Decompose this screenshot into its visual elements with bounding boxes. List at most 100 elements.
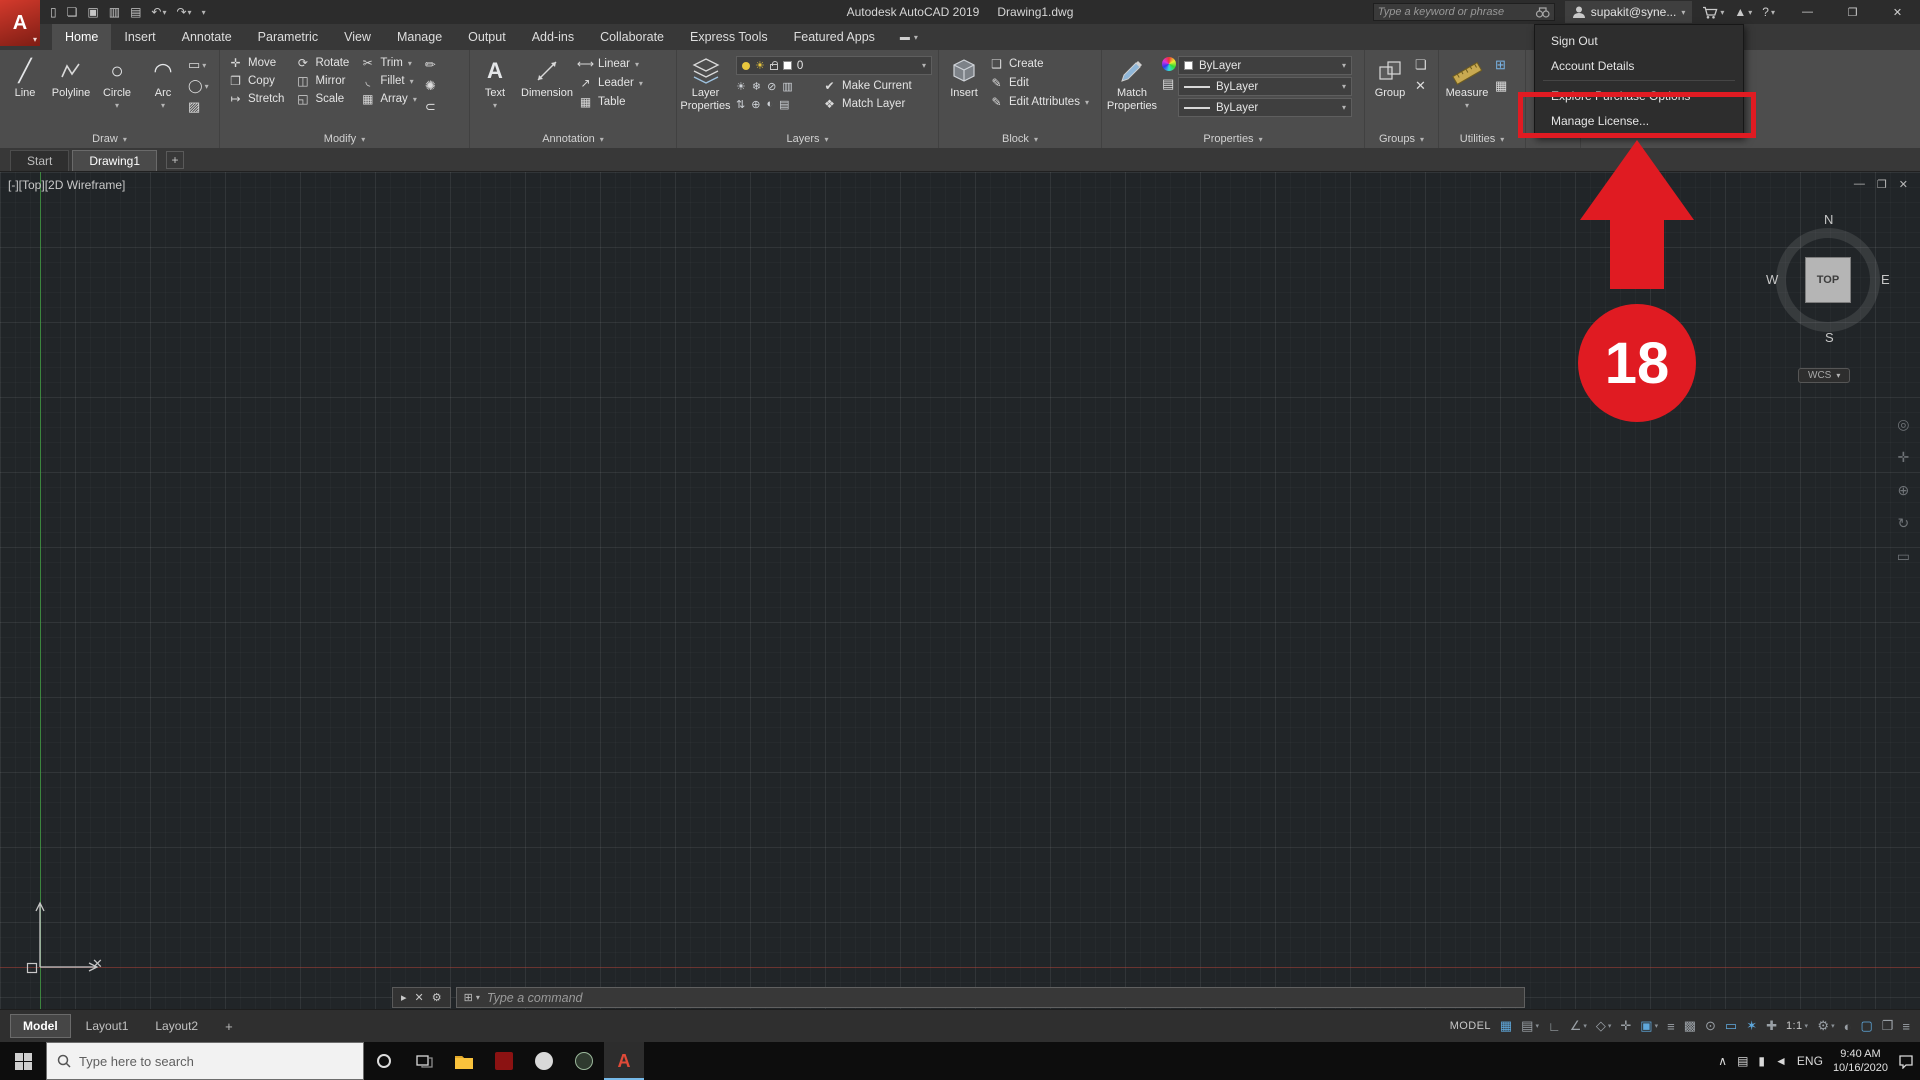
lineweight-dropdown[interactable]: ByLayer ▾ [1178,77,1352,96]
tab-collaborate[interactable]: Collaborate [587,24,677,50]
offset-button[interactable]: ⊂ [425,99,436,115]
menu-item-account-details[interactable]: Account Details [1535,53,1743,78]
ungroup-button[interactable]: ❏ [1415,57,1427,73]
cortana-button[interactable] [364,1042,404,1080]
alerts-button[interactable]: ▲▾ [1734,5,1752,19]
polar-tracking-toggle[interactable]: ∠▾ [1570,1018,1587,1034]
create-block-button[interactable]: ❑Create [989,57,1089,71]
maximize-button[interactable]: ❐ [1830,0,1875,24]
quick-select-button[interactable]: ⊞ [1495,57,1507,73]
annotation-visibility-toggle[interactable]: ✶ [1746,1018,1757,1034]
taskbar-search-box[interactable] [46,1042,364,1080]
drawing-minimize-button[interactable]: — [1854,178,1865,191]
edit-block-button[interactable]: ✎Edit [989,76,1089,90]
panel-draw-label[interactable]: Draw▾ [0,130,219,148]
drawing-restore-button[interactable]: ❐ [1877,178,1887,191]
taskbar-app-red[interactable] [484,1042,524,1080]
start-button[interactable] [0,1042,46,1080]
tab-output[interactable]: Output [455,24,519,50]
rotate-button[interactable]: ⟳Rotate [295,56,349,70]
layer-isolate-button[interactable]: ▥ [782,80,792,93]
move-button[interactable]: ✛Move [228,56,284,70]
workspace-switching-button[interactable]: ⚙▾ [1817,1018,1834,1034]
panel-modify-label[interactable]: Modify▾ [220,130,469,148]
annotation-scale-button[interactable]: 1:1▾ [1786,1020,1808,1032]
tray-expand-button[interactable]: ∧ [1718,1054,1727,1068]
task-view-button[interactable] [404,1042,444,1080]
new-drawing-tab-button[interactable]: + [166,151,184,169]
tab-add-ins[interactable]: Add-ins [519,24,587,50]
viewcube-north[interactable]: N [1824,212,1833,227]
tab-annotate[interactable]: Annotate [169,24,245,50]
linetype-dropdown[interactable]: ByLayer ▾ [1178,98,1352,117]
layer-off-button[interactable]: ☀ [736,80,746,93]
drawing-canvas[interactable]: [-] [Top] [2D Wireframe] — ❐ ✕ N W E S T… [0,172,1920,1009]
orbit-button[interactable]: ↻ [1898,515,1910,532]
redo-button[interactable]: ↷▾ [176,5,191,19]
color-wheel-button[interactable] [1162,57,1176,71]
snap-toggle[interactable]: ▤▾ [1521,1018,1539,1034]
viewcube-top-face[interactable]: TOP [1805,257,1851,303]
tab-model[interactable]: Model [10,1014,71,1038]
panel-properties-label[interactable]: Properties▾ [1102,130,1364,148]
erase-button[interactable]: ✏ [425,57,436,73]
viewcube-west[interactable]: W [1766,272,1778,287]
layer-freeze-button[interactable]: ❄ [752,80,761,93]
account-menu-button[interactable]: supakit@syne... ▾ [1565,1,1693,23]
file-tab-drawing1[interactable]: Drawing1 [72,150,157,171]
stretch-button[interactable]: ↦Stretch [228,92,284,106]
group-button[interactable]: Group [1367,53,1413,130]
new-layout-button[interactable]: + [219,1017,239,1036]
taskbar-search-input[interactable] [79,1054,353,1069]
group-edit-button[interactable]: ✕ [1415,78,1427,94]
layer-dropdown[interactable]: ☀ 0 ▾ [736,56,932,75]
language-indicator[interactable]: ENG [1797,1054,1823,1068]
layer-unisolate-button[interactable]: ⇅ [736,98,745,111]
command-customize-icon[interactable]: ⚙ [432,991,442,1004]
autocad-taskbar-button[interactable]: A [604,1042,644,1080]
taskbar-app-dark[interactable] [564,1042,604,1080]
dynamic-input-toggle[interactable]: ▭ [1725,1018,1737,1034]
app-store-button[interactable]: ▾ [1702,5,1724,19]
menu-item-sign-out[interactable]: Sign Out [1535,28,1743,53]
application-menu-button[interactable]: A ▾ [0,0,40,46]
zoom-extents-button[interactable]: ⊕ [1898,482,1910,499]
tab-featured-apps[interactable]: Featured Apps [781,24,888,50]
text-button[interactable]: A Text ▾ [472,53,518,130]
panel-groups-label[interactable]: Groups▾ [1365,130,1438,148]
object-snap-toggle[interactable]: ▣▾ [1640,1018,1658,1034]
command-prompt-icon[interactable]: ▸ [401,991,407,1004]
polyline-button[interactable]: Polyline [48,53,94,130]
layer-properties-button[interactable]: Layer Properties [679,53,732,130]
hardware-acceleration-toggle[interactable]: ▢ [1860,1018,1872,1034]
tab-home[interactable]: Home [52,24,111,50]
linear-button[interactable]: ⟷Linear▾ [578,57,643,71]
rectangle-button[interactable]: ▭▾ [188,57,209,73]
command-close-icon[interactable]: ✕ [415,991,424,1004]
layer-fade-button[interactable]: ◐ [766,98,773,111]
full-navigation-wheel-button[interactable]: ◎ [1897,416,1909,433]
ribbon-display-toggle[interactable]: ▬ ▾ [900,24,918,50]
viewcube-south[interactable]: S [1825,330,1834,345]
viewport-view-control[interactable]: [Top] [19,178,45,192]
qat-customize-button[interactable]: ▾ [202,8,206,17]
command-input-bar[interactable]: ⊞▾ [456,987,1525,1008]
tab-manage[interactable]: Manage [384,24,455,50]
ellipse-button[interactable]: ◯▾ [188,78,209,94]
match-properties-button[interactable]: Match Properties [1104,53,1160,130]
quick-calculator-button[interactable]: ▦ [1495,78,1507,94]
scale-button[interactable]: ◱Scale [295,92,349,106]
grid-toggle[interactable]: ▦ [1500,1018,1512,1034]
table-button[interactable]: ▦Table [578,95,643,109]
tab-parametric[interactable]: Parametric [245,24,331,50]
panel-layers-label[interactable]: Layers▾ [677,130,938,148]
copy-button[interactable]: ❐Copy [228,74,284,88]
pan-button[interactable]: ✛ [1898,449,1910,466]
wcs-dropdown[interactable]: WCS ▾ [1798,368,1850,383]
tab-view[interactable]: View [331,24,384,50]
panel-utilities-label[interactable]: Utilities▾ [1439,130,1525,148]
tab-express-tools[interactable]: Express Tools [677,24,781,50]
autoscale-toggle[interactable]: ✚ [1766,1018,1777,1034]
transparency-toggle[interactable]: ▩ [1684,1018,1696,1034]
viewport-menu-control[interactable]: [-] [8,178,19,192]
